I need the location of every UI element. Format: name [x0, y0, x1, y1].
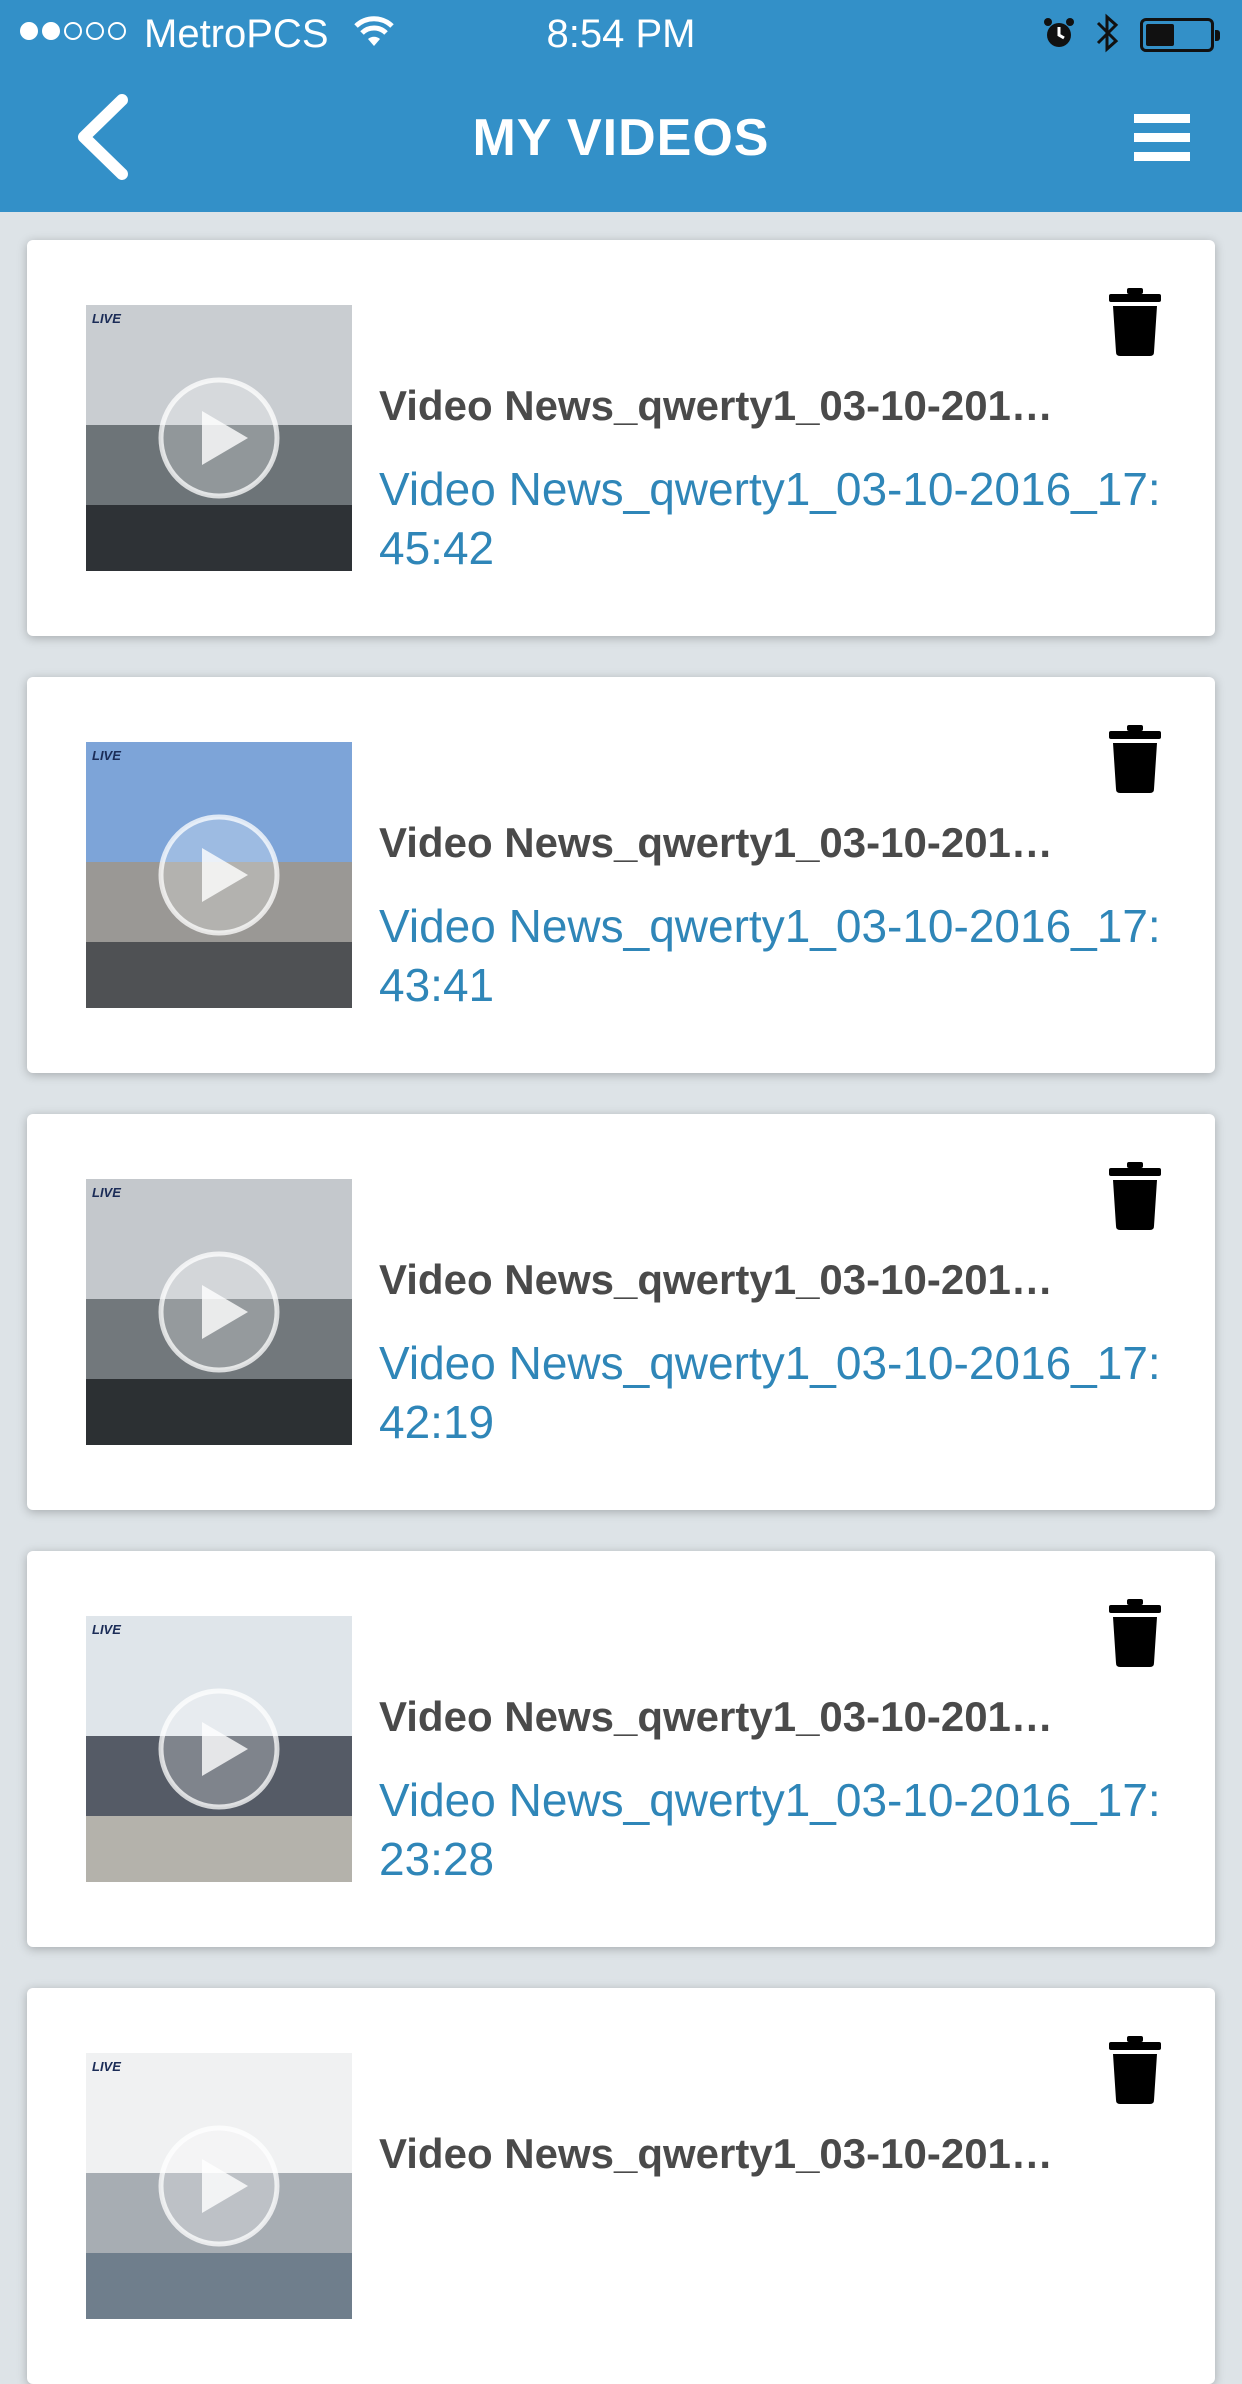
app-header: MetroPCS 8:54 PM MY VIDEOS	[0, 0, 1242, 212]
video-thumbnail[interactable]: LIVE	[86, 1616, 352, 1882]
live-logo-watermark: LIVE	[92, 1185, 121, 1200]
video-card[interactable]: LIVE Video News_qwerty1_03-10-201… Video…	[27, 1114, 1215, 1510]
bluetooth-icon	[1096, 13, 1119, 53]
trash-icon[interactable]	[1109, 1599, 1161, 1667]
battery-icon	[1140, 18, 1220, 52]
video-title: Video News_qwerty1_03-10-201…	[379, 1693, 1053, 1740]
video-title: Video News_qwerty1_03-10-201…	[379, 819, 1053, 866]
video-filename: Video News_qwerty1_03-10-2016_17:45:42	[379, 463, 1161, 574]
play-icon[interactable]	[156, 1686, 282, 1812]
trash-icon[interactable]	[1109, 288, 1161, 356]
live-logo-watermark: LIVE	[92, 748, 121, 763]
status-bar: MetroPCS 8:54 PM	[0, 0, 1242, 66]
video-thumbnail[interactable]: LIVE	[86, 2053, 352, 2319]
video-card[interactable]: LIVE Video News_qwerty1_03-10-201… Video…	[27, 240, 1215, 636]
video-title: Video News_qwerty1_03-10-201…	[379, 2130, 1053, 2177]
video-card[interactable]: LIVE Video News_qwerty1_03-10-201…	[27, 1988, 1215, 2384]
video-title: Video News_qwerty1_03-10-201…	[379, 382, 1053, 429]
video-filename: Video News_qwerty1_03-10-2016_17:43:41	[379, 900, 1161, 1011]
video-filename: Video News_qwerty1_03-10-2016_17:42:19	[379, 1337, 1161, 1448]
live-logo-watermark: LIVE	[92, 1622, 121, 1637]
play-icon[interactable]	[156, 1249, 282, 1375]
alarm-icon	[1044, 18, 1074, 47]
play-icon[interactable]	[156, 812, 282, 938]
live-logo-watermark: LIVE	[92, 311, 121, 326]
trash-icon[interactable]	[1109, 1162, 1161, 1230]
video-thumbnail[interactable]: LIVE	[86, 742, 352, 1008]
page-title: MY VIDEOS	[472, 109, 770, 167]
hamburger-menu-icon[interactable]	[1134, 114, 1190, 162]
video-card[interactable]: LIVE Video News_qwerty1_03-10-201… Video…	[27, 677, 1215, 1073]
video-thumbnail[interactable]: LIVE	[86, 305, 352, 571]
play-icon[interactable]	[156, 2123, 282, 2249]
play-icon[interactable]	[156, 375, 282, 501]
video-thumbnail[interactable]: LIVE	[86, 1179, 352, 1445]
trash-icon[interactable]	[1109, 725, 1161, 793]
video-title: Video News_qwerty1_03-10-201…	[379, 1256, 1053, 1303]
video-filename: Video News_qwerty1_03-10-2016_17:23:28	[379, 1774, 1161, 1885]
live-logo-watermark: LIVE	[92, 2059, 121, 2074]
trash-icon[interactable]	[1109, 2036, 1161, 2104]
video-card[interactable]: LIVE Video News_qwerty1_03-10-201… Video…	[27, 1551, 1215, 1947]
